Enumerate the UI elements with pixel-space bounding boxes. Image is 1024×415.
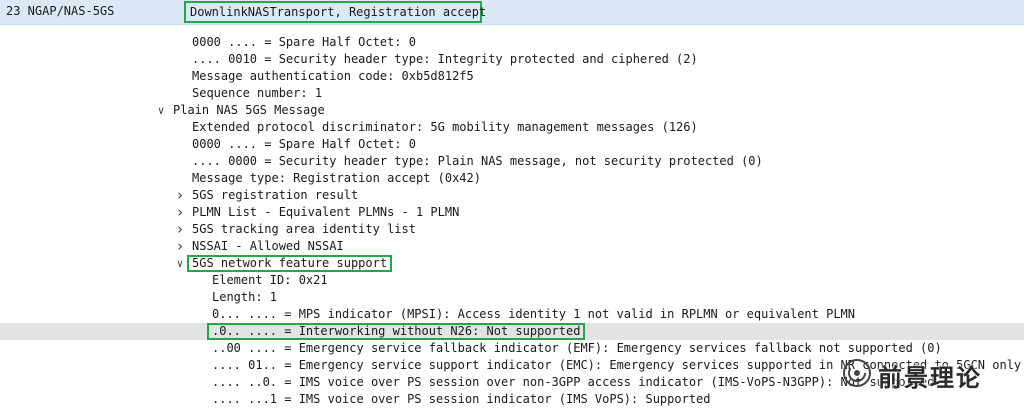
chevron-down-icon[interactable]: ∨	[174, 255, 186, 272]
tree-field-label: 0... .... = MPS indicator (MPSI): Access…	[212, 307, 855, 321]
tree-field-label: .... ..0. = IMS voice over PS session ov…	[212, 375, 935, 389]
packet-number-protocol: 23 NGAP/NAS-5GS	[6, 4, 115, 18]
chevron-right-icon[interactable]: ›	[174, 187, 186, 204]
tree-row[interactable]: Sequence number: 1	[0, 85, 1024, 102]
tree-field-label: 5GS registration result	[192, 188, 359, 202]
tree-row[interactable]: › PLMN List - Equivalent PLMNs - 1 PLMN	[0, 204, 1024, 221]
tree-row[interactable]: .0.. .... = Interworking without N26: No…	[0, 323, 1024, 340]
tree-field-label: 0000 .... = Spare Half Octet: 0	[192, 35, 416, 49]
tree-field-label: .... 0010 = Security header type: Integr…	[192, 52, 698, 66]
tree-row[interactable]: 0000 .... = Spare Half Octet: 0	[0, 136, 1024, 153]
tree-field-label: Plain NAS 5GS Message	[173, 103, 325, 117]
tree-field-label: .... 0000 = Security header type: Plain …	[192, 154, 763, 168]
tree-row[interactable]: Length: 1	[0, 289, 1024, 306]
watermark: 前景理论	[842, 356, 1012, 392]
tree-field-label: Length: 1	[212, 290, 278, 304]
tree-field-label: NSSAI - Allowed NSSAI	[192, 239, 344, 253]
tree-row[interactable]: .... 0000 = Security header type: Plain …	[0, 153, 1024, 170]
watermark-logo-icon	[843, 359, 871, 387]
tree-row[interactable]: › 5GS tracking area identity list	[0, 221, 1024, 238]
watermark-text: 前景理论	[878, 364, 982, 392]
tree-field-label: Message authentication code: 0xb5d812f5	[192, 69, 474, 83]
tree-field-label: 5GS tracking area identity list	[192, 222, 416, 236]
tree-field-label: .... ...1 = IMS voice over PS session in…	[212, 392, 711, 406]
tree-row[interactable]: .... ...1 = IMS voice over PS session in…	[0, 391, 1024, 408]
highlighted-field-label: .0.. .... = Interworking without N26: No…	[207, 323, 586, 340]
tree-field-label: Element ID: 0x21	[212, 273, 328, 287]
tree-row[interactable]: Element ID: 0x21	[0, 272, 1024, 289]
tree-field-label: PLMN List - Equivalent PLMNs - 1 PLMN	[192, 205, 460, 219]
tree-field-label: Sequence number: 1	[192, 86, 323, 100]
tree-field-label: Extended protocol discriminator: 5G mobi…	[192, 120, 698, 134]
tree-field-label: 0000 .... = Spare Half Octet: 0	[192, 137, 416, 151]
tree-row[interactable]: › 5GS registration result	[0, 187, 1024, 204]
tree-row[interactable]: Message type: Registration accept (0x42)	[0, 170, 1024, 187]
tree-row[interactable]: Extended protocol discriminator: 5G mobi…	[0, 119, 1024, 136]
packet-list-row[interactable]: 23 NGAP/NAS-5GS DownlinkNASTransport, Re…	[0, 0, 1024, 25]
chevron-right-icon[interactable]: ›	[174, 204, 186, 221]
packet-details-tree: 0000 .... = Spare Half Octet: 0 .... 0010…	[0, 34, 1024, 408]
tree-row[interactable]: 0... .... = MPS indicator (MPSI): Access…	[0, 306, 1024, 323]
tree-row[interactable]: ∨ 5GS network feature support	[0, 255, 1024, 272]
tree-field-label: ..00 .... = Emergency service fallback i…	[212, 341, 942, 355]
tree-row[interactable]: ..00 .... = Emergency service fallback i…	[0, 340, 1024, 357]
tree-row[interactable]: 0000 .... = Spare Half Octet: 0	[0, 34, 1024, 51]
chevron-down-icon[interactable]: ∨	[155, 102, 167, 119]
tree-row[interactable]: › NSSAI - Allowed NSSAI	[0, 238, 1024, 255]
tree-field-label: Message type: Registration accept (0x42)	[192, 171, 481, 185]
highlighted-field-label: 5GS network feature support	[187, 255, 393, 272]
packet-info: DownlinkNASTransport, Registration accep…	[184, 1, 486, 23]
chevron-right-icon[interactable]: ›	[174, 221, 186, 238]
tree-row[interactable]: .... 0010 = Security header type: Integr…	[0, 51, 1024, 68]
chevron-right-icon[interactable]: ›	[174, 238, 186, 255]
tree-row[interactable]: ∨ Plain NAS 5GS Message	[0, 102, 1024, 119]
tree-row[interactable]: Message authentication code: 0xb5d812f5	[0, 68, 1024, 85]
